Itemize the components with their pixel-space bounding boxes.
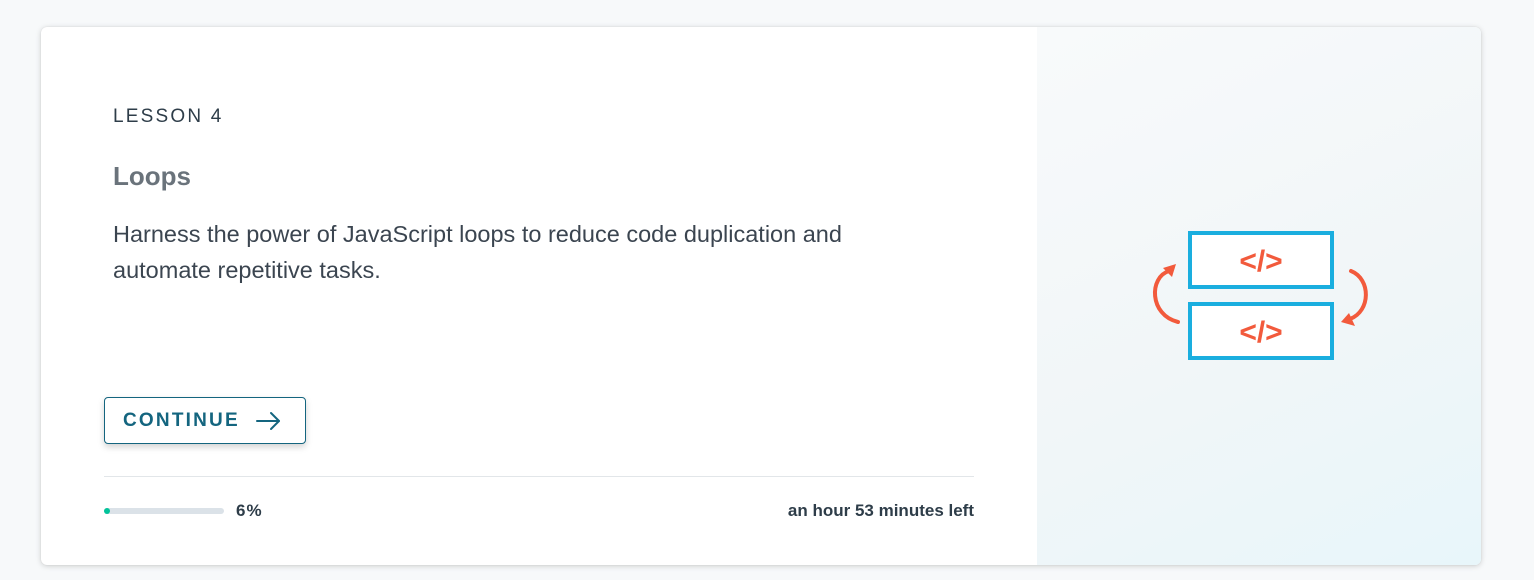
lesson-card: LESSON 4 Loops Harness the power of Java… (41, 27, 1481, 565)
code-loop-illustration: </> </> (1153, 231, 1368, 360)
continue-button-label: CONTINUE (123, 409, 240, 431)
continue-button[interactable]: CONTINUE (104, 397, 306, 444)
divider (104, 476, 974, 477)
illustration-panel: </> </> (1037, 27, 1481, 565)
lesson-number: LESSON 4 (113, 106, 224, 127)
code-tag-bottom: </> (1239, 316, 1282, 349)
progress-indicator-dot (104, 508, 110, 514)
lesson-content: LESSON 4 Loops Harness the power of Java… (41, 27, 1037, 565)
code-tag-top: </> (1239, 245, 1282, 278)
arrow-right-icon (255, 411, 282, 431)
lesson-title: Loops (113, 161, 191, 191)
time-remaining: an hour 53 minutes left (787, 501, 974, 520)
lesson-description: Harness the power of JavaScript loops to… (113, 221, 842, 283)
progress-percent: 6% (236, 501, 263, 520)
progress-bar (104, 508, 224, 514)
